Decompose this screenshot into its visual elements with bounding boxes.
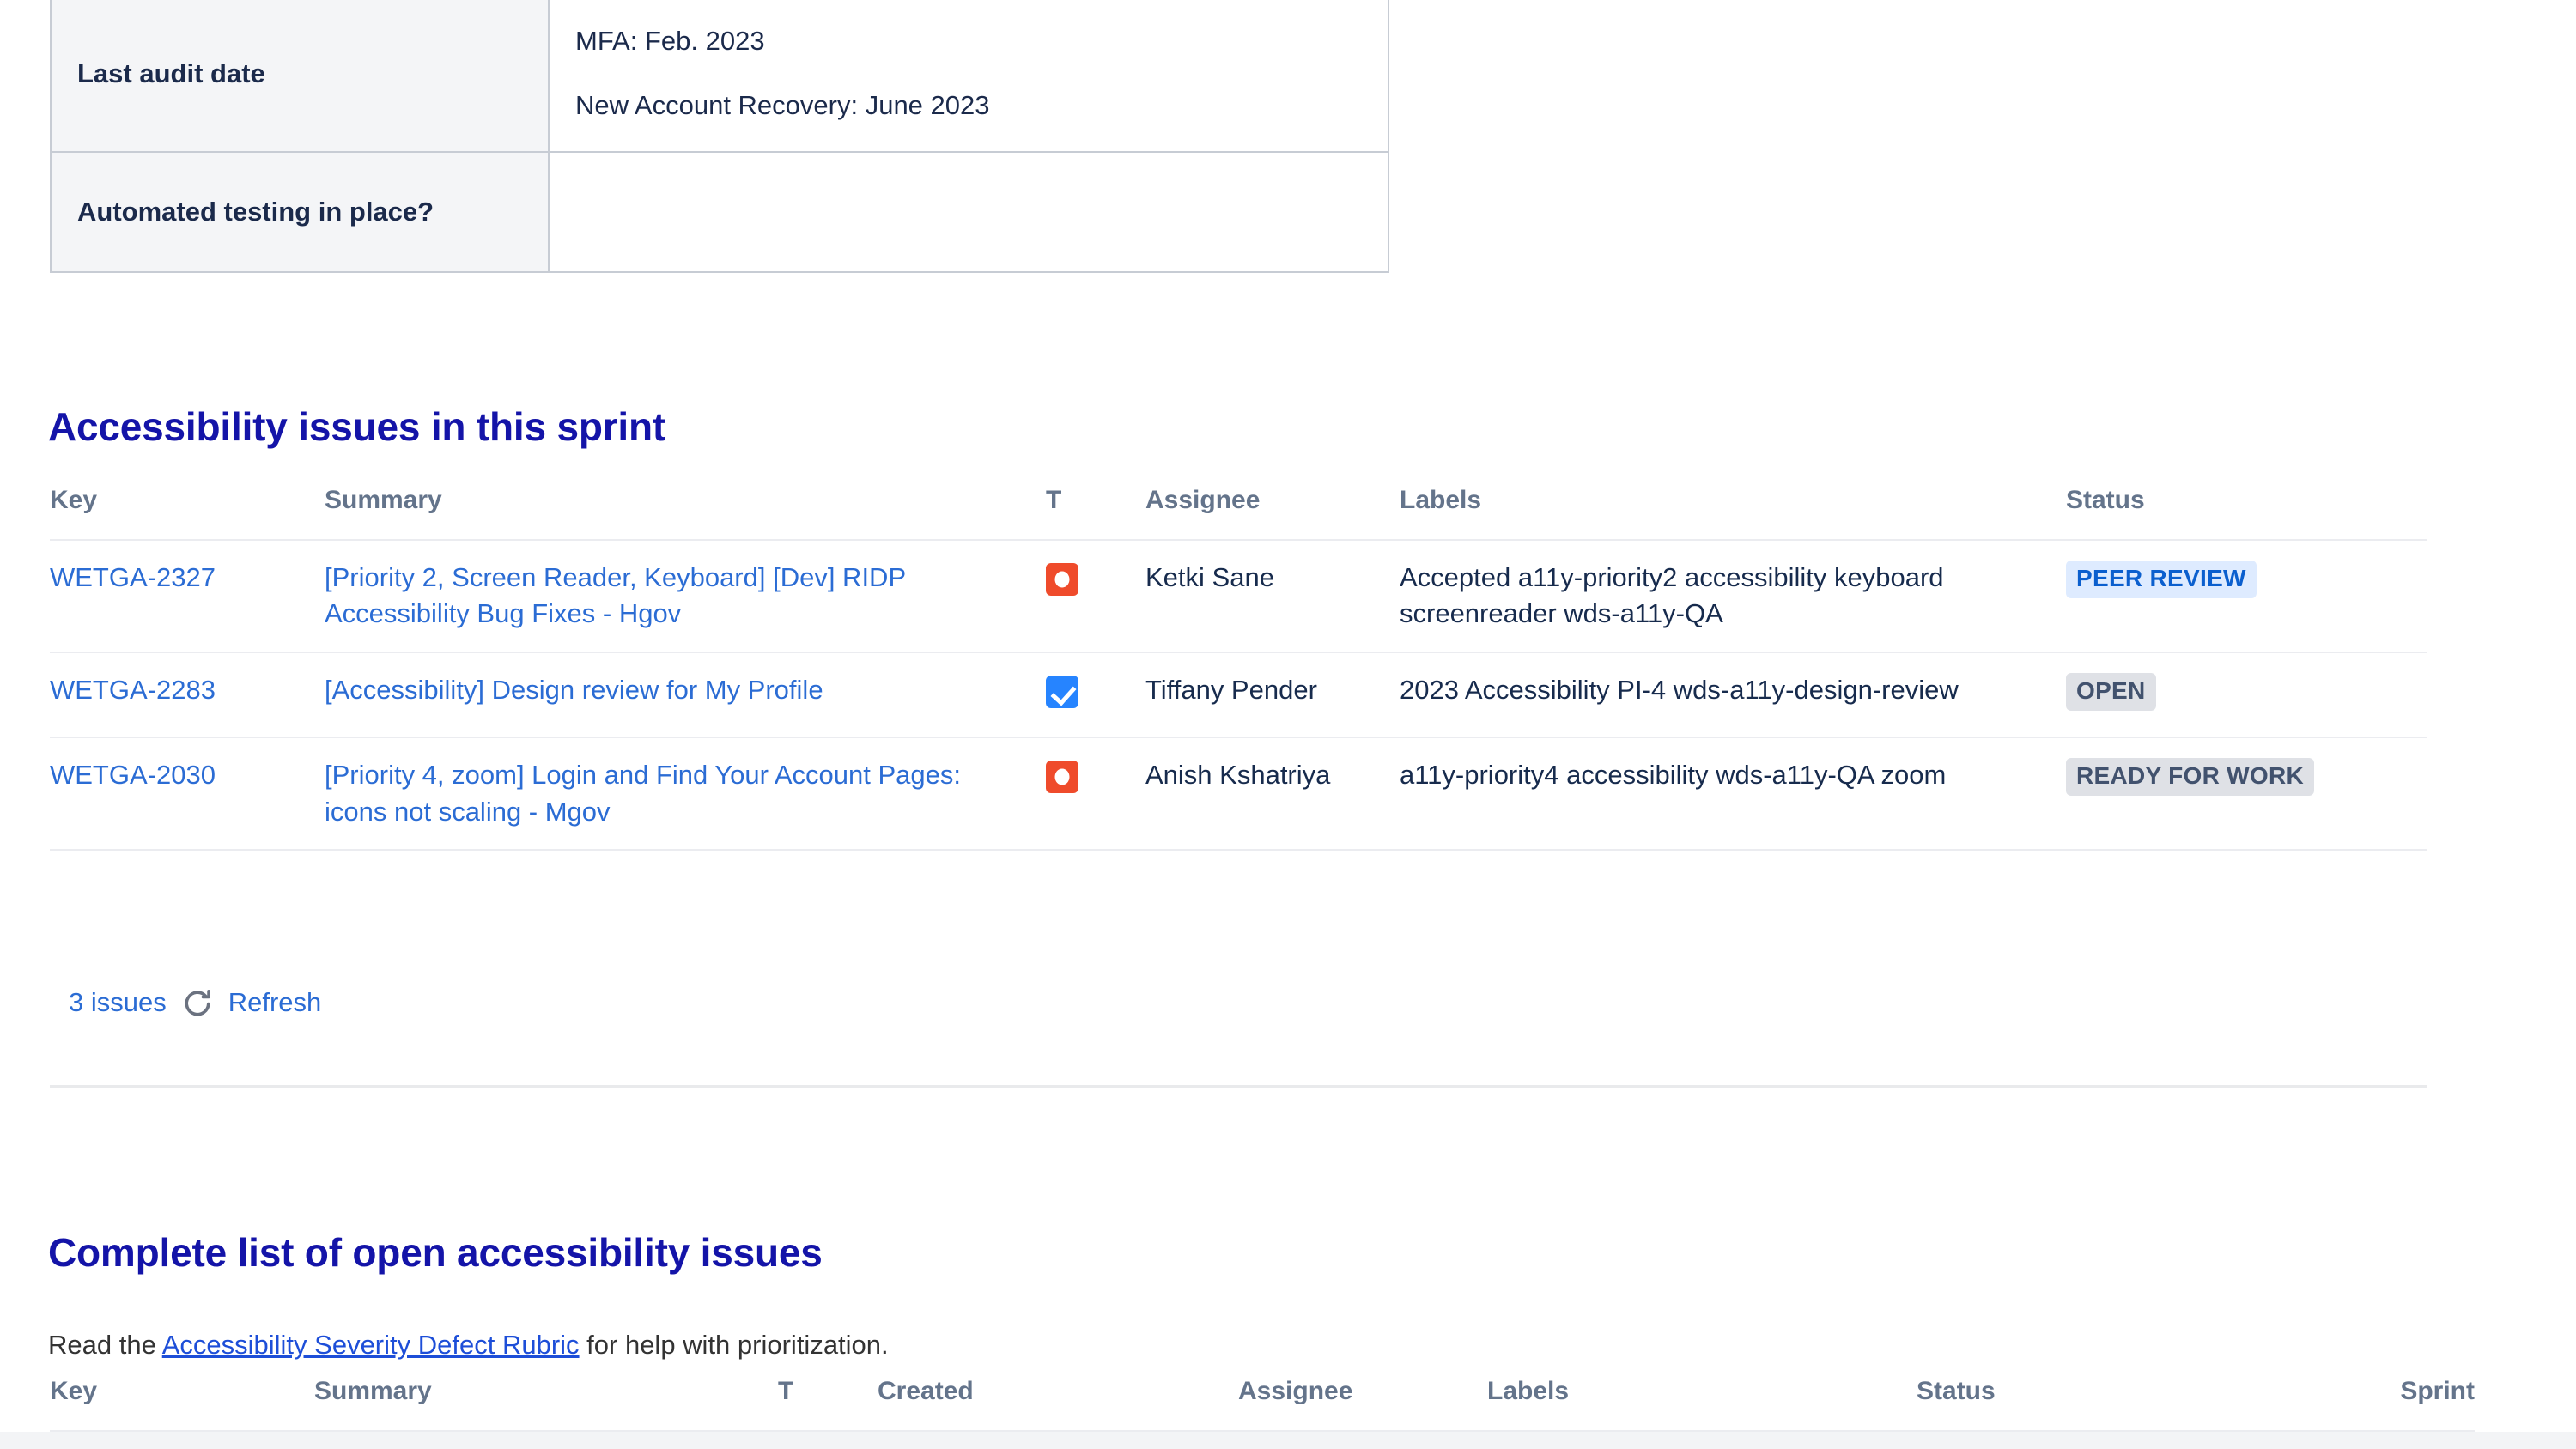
- issue-key-cell: WETGA-2283: [50, 652, 325, 739]
- task-icon: [1046, 675, 1078, 708]
- issue-summary-cell: [Accessibility] Design review for My Pro…: [325, 652, 1046, 739]
- refresh-icon: [182, 987, 213, 1018]
- issue-status-cell: OPEN: [2066, 652, 2427, 739]
- complete-issues-table: Key Summary T Created Assignee Labels St…: [50, 1372, 2475, 1432]
- column-header-status[interactable]: Status: [2066, 481, 2427, 541]
- section-divider: [50, 1085, 2427, 1088]
- issue-key-link[interactable]: WETGA-2283: [50, 675, 216, 705]
- column-header-status[interactable]: Status: [1917, 1372, 2303, 1432]
- audit-info-table: Last audit date MFA: Feb. 2023 New Accou…: [50, 0, 1389, 273]
- intro-prefix: Read the: [48, 1330, 162, 1360]
- intro-suffix: for help with prioritization.: [579, 1330, 889, 1360]
- audit-row-value: [548, 151, 1389, 273]
- issue-key-cell: WETGA-2327: [50, 540, 325, 653]
- column-header-labels[interactable]: Labels: [1487, 1372, 1917, 1432]
- column-header-type[interactable]: T: [1046, 481, 1145, 541]
- intro-paragraph: Read the Accessibility Severity Defect R…: [48, 1330, 889, 1361]
- issue-summary-link[interactable]: [Priority 2, Screen Reader, Keyboard] [D…: [325, 562, 906, 628]
- status-badge: READY FOR WORK: [2066, 758, 2315, 797]
- audit-value-line: New Account Recovery: June 2023: [575, 90, 990, 120]
- column-header-key[interactable]: Key: [50, 481, 325, 541]
- issue-labels-cell: 2023 Accessibility PI-4 wds-a11y-design-…: [1400, 652, 2066, 739]
- audit-value-line: MFA: Feb. 2023: [575, 26, 765, 57]
- table-row: Automated testing in place?: [50, 151, 1389, 273]
- table-row: WETGA-2327 [Priority 2, Screen Reader, K…: [50, 540, 2427, 653]
- issue-key-link[interactable]: WETGA-2030: [50, 760, 216, 790]
- issue-assignee-cell: Anish Kshatriya: [1145, 737, 1400, 852]
- table-footer: 3 issues Refresh: [69, 987, 321, 1018]
- issue-key-link[interactable]: WETGA-2327: [50, 562, 216, 592]
- status-badge: PEER REVIEW: [2066, 561, 2257, 598]
- issue-summary-link[interactable]: [Accessibility] Design review for My Pro…: [325, 675, 823, 705]
- column-header-assignee[interactable]: Assignee: [1145, 481, 1400, 541]
- issue-assignee-cell: Ketki Sane: [1145, 540, 1400, 653]
- column-header-labels[interactable]: Labels: [1400, 481, 2066, 541]
- issue-status-cell: READY FOR WORK: [2066, 737, 2427, 852]
- column-header-assignee[interactable]: Assignee: [1238, 1372, 1487, 1432]
- issue-summary-link[interactable]: [Priority 4, zoom] Login and Find Your A…: [325, 760, 961, 826]
- page-title-complete-list: Complete list of open accessibility issu…: [48, 1230, 823, 1276]
- issue-type-cell: [1046, 540, 1145, 653]
- issue-summary-cell: [Priority 4, zoom] Login and Find Your A…: [325, 737, 1046, 852]
- refresh-link[interactable]: Refresh: [228, 987, 322, 1018]
- column-header-sprint[interactable]: Sprint: [2303, 1372, 2475, 1432]
- bug-icon: [1046, 563, 1078, 596]
- column-header-summary[interactable]: Summary: [314, 1372, 778, 1432]
- column-header-summary[interactable]: Summary: [325, 481, 1046, 541]
- issue-assignee-cell: Tiffany Pender: [1145, 652, 1400, 739]
- rubric-link[interactable]: Accessibility Severity Defect Rubric: [162, 1330, 580, 1360]
- table-row: WETGA-2283 [Accessibility] Design review…: [50, 652, 2427, 739]
- audit-row-label: Automated testing in place?: [50, 151, 550, 273]
- audit-row-label: Last audit date: [50, 0, 550, 153]
- table-row: Last audit date MFA: Feb. 2023 New Accou…: [50, 0, 1389, 153]
- table-row: WETGA-2030 [Priority 4, zoom] Login and …: [50, 737, 2427, 852]
- issue-key-cell: WETGA-2030: [50, 737, 325, 852]
- table-header-row: Key Summary T Assignee Labels Status: [50, 481, 2427, 541]
- page-root: Last audit date MFA: Feb. 2023 New Accou…: [0, 0, 2576, 1449]
- column-header-created[interactable]: Created: [878, 1372, 1238, 1432]
- issue-summary-cell: [Priority 2, Screen Reader, Keyboard] [D…: [325, 540, 1046, 653]
- column-header-type[interactable]: T: [778, 1372, 878, 1432]
- column-header-key[interactable]: Key: [50, 1372, 314, 1432]
- audit-row-value: MFA: Feb. 2023 New Account Recovery: Jun…: [548, 0, 1389, 153]
- issue-type-cell: [1046, 652, 1145, 739]
- issue-count-link[interactable]: 3 issues: [69, 987, 167, 1018]
- table-header-row: Key Summary T Created Assignee Labels St…: [50, 1372, 2475, 1432]
- page-title-sprint-issues: Accessibility issues in this sprint: [48, 404, 666, 450]
- issue-labels-cell: Accepted a11y-priority2 accessibility ke…: [1400, 540, 2066, 653]
- issue-labels-cell: a11y-priority4 accessibility wds-a11y-QA…: [1400, 737, 2066, 852]
- issue-status-cell: PEER REVIEW: [2066, 540, 2427, 653]
- sprint-issues-table: Key Summary T Assignee Labels Status WET…: [50, 481, 2427, 852]
- bug-icon: [1046, 761, 1078, 794]
- status-badge: OPEN: [2066, 672, 2156, 711]
- issue-type-cell: [1046, 737, 1145, 852]
- table-body-band: [0, 1432, 2576, 1449]
